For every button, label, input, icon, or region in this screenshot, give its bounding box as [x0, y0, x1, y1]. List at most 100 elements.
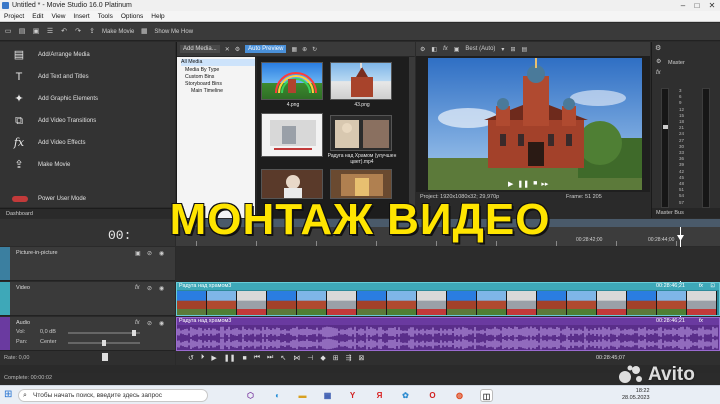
- mute-icon[interactable]: ⊘: [147, 250, 152, 257]
- undo-icon[interactable]: ↶: [60, 28, 68, 36]
- close-icon[interactable]: ✕: [705, 0, 719, 11]
- pause-icon[interactable]: ❚❚: [517, 180, 529, 190]
- track-header-audio[interactable]: Audio fx ⊘ ◉ Vol: 0,0 dB Pan: Center: [0, 317, 175, 351]
- preview-quality-icon[interactable]: ▣: [454, 46, 460, 53]
- minimize-icon[interactable]: –: [676, 0, 690, 11]
- add-arrange-media-button[interactable]: ▤ Add/Arrange Media: [0, 44, 175, 66]
- new-icon[interactable]: ▭: [4, 28, 12, 36]
- split-icon[interactable]: ⋈: [293, 354, 300, 362]
- fx-icon[interactable]: fx: [699, 283, 703, 290]
- track-motion-icon[interactable]: ▣: [135, 250, 141, 257]
- explorer-icon[interactable]: ▬: [296, 389, 309, 402]
- media-thumbnail[interactable]: [330, 62, 392, 100]
- firefox-icon[interactable]: ◍: [453, 389, 466, 402]
- normal-edit-icon[interactable]: ↖: [280, 354, 286, 362]
- gear-icon[interactable]: ⚙: [656, 58, 661, 65]
- windows-start-icon[interactable]: ⊞: [4, 389, 12, 400]
- media-thumbnail[interactable]: [330, 115, 392, 151]
- gear-icon[interactable]: ⚙: [655, 44, 661, 52]
- fx-icon[interactable]: fx: [443, 46, 448, 52]
- go-end-icon[interactable]: ⏭: [267, 354, 273, 362]
- yandex-icon[interactable]: Я: [373, 389, 386, 402]
- mute-icon[interactable]: ⊘: [147, 285, 152, 292]
- auto-ripple-icon[interactable]: ⇶: [346, 354, 352, 362]
- solo-icon[interactable]: ◉: [159, 285, 164, 292]
- add-media-button[interactable]: Add Media...: [180, 45, 220, 53]
- stop-icon[interactable]: ■: [243, 355, 247, 362]
- taskbar-search-input[interactable]: ⌕ Чтобы начать поиск, введите здесь запр…: [18, 389, 208, 402]
- marker-icon[interactable]: ◆: [320, 354, 325, 362]
- taskbar-clock[interactable]: 18:22 28.05.2023: [622, 388, 650, 402]
- media-thumbnail[interactable]: [261, 113, 323, 157]
- properties-icon[interactable]: ☰: [46, 28, 54, 36]
- add-graphic-elements-button[interactable]: ✦ Add Graphic Elements: [0, 88, 175, 110]
- redo-icon[interactable]: ↷: [74, 28, 82, 36]
- make-movie-nav-button[interactable]: ⇪ Make Movie: [0, 154, 175, 176]
- video-clip[interactable]: Радуга над храмом3 00:28:46;21 fx ⊡: [176, 282, 720, 316]
- menu-options[interactable]: Options: [121, 13, 143, 20]
- menu-help[interactable]: Help: [151, 13, 164, 20]
- auto-preview-button[interactable]: Auto Preview: [245, 45, 287, 53]
- tree-item-main-timeline[interactable]: Main Timeline: [191, 88, 223, 95]
- fx-icon[interactable]: fx: [656, 70, 661, 76]
- play-from-start-icon[interactable]: ⏵: [201, 354, 205, 362]
- menu-view[interactable]: View: [51, 13, 65, 20]
- edge-icon[interactable]: ◐: [271, 389, 284, 402]
- tree-item-custom-bins[interactable]: Custom Bins: [185, 74, 214, 81]
- make-movie-icon[interactable]: ⇪: [88, 28, 96, 36]
- menu-tools[interactable]: Tools: [98, 13, 113, 20]
- pan-slider-handle[interactable]: [102, 340, 106, 346]
- pan-slider[interactable]: [68, 340, 140, 346]
- gear-icon[interactable]: ⚙: [235, 46, 240, 53]
- snapshot-icon[interactable]: ▤: [521, 46, 527, 53]
- pause-icon[interactable]: ❚❚: [224, 354, 236, 362]
- menu-edit[interactable]: Edit: [32, 13, 43, 20]
- taskview-icon[interactable]: ⬡: [244, 389, 257, 402]
- loop-icon[interactable]: ↺: [188, 354, 194, 362]
- chevron-down-icon[interactable]: ▾: [501, 46, 504, 53]
- stop-icon[interactable]: ■: [533, 180, 537, 190]
- views-icon[interactable]: ▦: [291, 46, 297, 53]
- track-header-video[interactable]: Video fx ⊘ ◉: [0, 282, 175, 316]
- audio-clip[interactable]: Радуга над храмом3 00:28:46;21 fx: [176, 317, 720, 351]
- app-icon[interactable]: ✿: [399, 389, 412, 402]
- yandex-browser-icon[interactable]: Y: [346, 389, 359, 402]
- rate-slider-handle[interactable]: [102, 353, 108, 361]
- lock-icon[interactable]: ⊠: [358, 354, 364, 362]
- track-lane-pip[interactable]: [176, 247, 720, 281]
- preview-quality-select[interactable]: Best (Auto): [465, 46, 495, 52]
- opera-icon[interactable]: O: [426, 389, 439, 402]
- media-thumbnail[interactable]: [261, 62, 323, 100]
- play-icon[interactable]: ▶: [211, 354, 216, 362]
- show-me-how-button[interactable]: Show Me How: [154, 29, 193, 35]
- close-icon[interactable]: ✕: [225, 46, 230, 53]
- open-icon[interactable]: ▤: [18, 28, 26, 36]
- gear-icon[interactable]: ⚙: [420, 46, 425, 53]
- snap-icon[interactable]: ⊞: [333, 354, 339, 362]
- refresh-icon[interactable]: ↻: [312, 46, 317, 53]
- overlays-icon[interactable]: ⊞: [510, 46, 515, 53]
- movie-studio-taskbar-icon[interactable]: ◫: [480, 389, 493, 402]
- zoom-icon[interactable]: ⊕: [302, 46, 307, 53]
- menu-project[interactable]: Project: [4, 13, 24, 20]
- make-movie-button[interactable]: Make Movie: [102, 29, 134, 35]
- solo-icon[interactable]: ◉: [159, 320, 164, 327]
- maximize-icon[interactable]: □: [690, 0, 704, 11]
- track-lane-video[interactable]: Радуга над храмом3 00:28:46;21 fx ⊡: [176, 282, 720, 316]
- add-video-transitions-button[interactable]: ⧉ Add Video Transitions: [0, 110, 175, 132]
- add-video-effects-button[interactable]: fx Add Video Effects: [0, 132, 175, 154]
- tree-item-storyboard-bins[interactable]: Storyboard Bins: [185, 81, 222, 88]
- trim-icon[interactable]: ⊣: [307, 354, 313, 362]
- menu-insert[interactable]: Insert: [73, 13, 89, 20]
- track-header-pip[interactable]: Picture-in-picture ▣ ⊘ ◉: [0, 247, 175, 281]
- track-lane-audio[interactable]: Радуга над храмом3 00:28:46;21 fx: [176, 317, 720, 351]
- crop-icon[interactable]: ⊡: [710, 283, 715, 290]
- add-text-titles-button[interactable]: T Add Text and Titles: [0, 66, 175, 88]
- mute-icon[interactable]: ⊘: [147, 320, 152, 327]
- media-scrollbar[interactable]: [409, 57, 415, 218]
- solo-icon[interactable]: ◉: [159, 250, 164, 257]
- fx-icon[interactable]: fx: [135, 285, 140, 291]
- go-start-icon[interactable]: ⏮: [254, 354, 260, 362]
- save-icon[interactable]: ▣: [32, 28, 40, 36]
- tree-item-media-by-type[interactable]: Media By Type: [185, 67, 219, 74]
